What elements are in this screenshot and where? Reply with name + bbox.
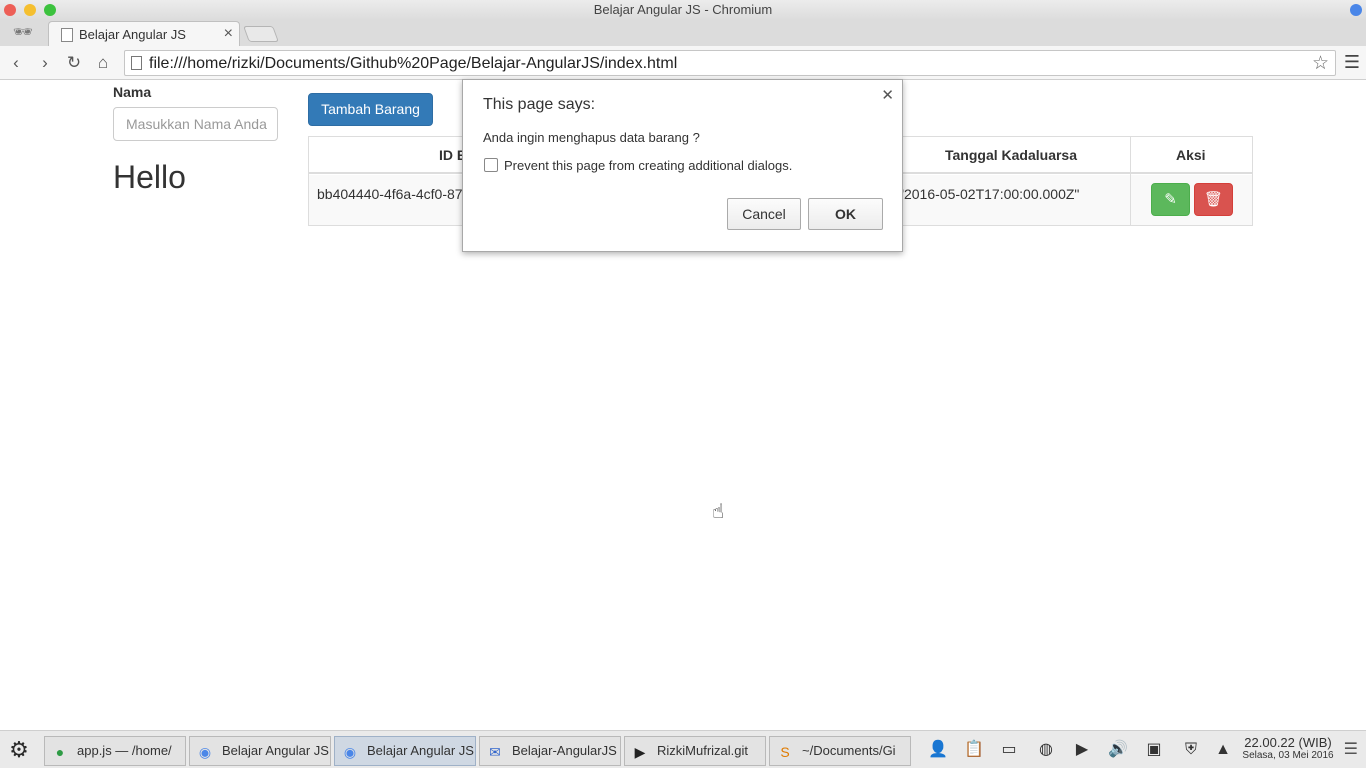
clipboard-icon[interactable]: 📋	[963, 739, 985, 761]
browser-tab[interactable]: Belajar Angular JS ×	[48, 21, 240, 47]
battery-icon[interactable]: ▭	[998, 739, 1020, 761]
page-icon	[131, 56, 142, 70]
nama-label: Nama	[113, 84, 152, 100]
address-bar[interactable]: file:///home/rizki/Documents/Github%20Pa…	[124, 50, 1336, 76]
chromium-icon: ◉	[343, 744, 357, 760]
window-title: Belajar Angular JS - Chromium	[593, 2, 773, 17]
volume-icon[interactable]: 🔊	[1107, 739, 1129, 761]
home-icon[interactable]: ⌂	[93, 53, 113, 73]
confirm-dialog: This page says: ✕ Anda ingin menghapus d…	[462, 79, 903, 252]
network-icon[interactable]: ◍	[1035, 739, 1057, 761]
back-icon[interactable]: ‹	[6, 53, 26, 73]
display-icon[interactable]: ▣	[1143, 739, 1165, 761]
tab-close-icon[interactable]: ×	[224, 25, 233, 43]
cell-id: bb404440-4f6a-4cf0-87	[317, 186, 463, 202]
dialog-message: Anda ingin menghapus data barang ?	[483, 130, 700, 145]
kde-menu-icon[interactable]: ⚙	[4, 735, 34, 765]
cancel-button[interactable]: Cancel	[727, 198, 801, 230]
tray-expand-icon[interactable]: ▲	[1212, 739, 1234, 761]
clock[interactable]: 22.00.22 (WIB) Selasa, 03 Mei 2016	[1238, 735, 1338, 761]
header-tanggal: Tanggal Kadaluarsa	[945, 147, 1078, 163]
hand-cursor-icon: ☝	[712, 501, 725, 523]
media-player-icon[interactable]: ▶	[1071, 739, 1093, 761]
bookmark-star-icon[interactable]: ☆	[1312, 52, 1329, 75]
trash-icon: 🗑	[1203, 191, 1224, 208]
close-window-button[interactable]	[4, 4, 16, 16]
cell-tanggal: "2016-05-02T17:00:00.000Z"	[899, 186, 1080, 202]
clock-date: Selasa, 03 Mei 2016	[1242, 750, 1334, 761]
ok-button[interactable]: OK	[808, 198, 883, 230]
edit-button[interactable]: ✎	[1151, 183, 1190, 216]
task-button-active[interactable]: ◉ Belajar Angular JS	[334, 736, 476, 766]
mail-icon: ✉	[489, 744, 501, 760]
panel-menu-icon[interactable]: ☰	[1344, 739, 1358, 759]
task-button[interactable]: ▶ RizkiMufrizal.git	[624, 736, 766, 766]
incognito-icon: 🕶	[12, 24, 34, 41]
window-titlebar: Belajar Angular JS - Chromium	[0, 0, 1366, 20]
new-tab-button[interactable]	[243, 26, 279, 42]
tab-title: Belajar Angular JS	[79, 27, 186, 42]
pencil-icon: ✎	[1164, 191, 1177, 208]
column-divider	[1130, 137, 1131, 225]
clock-time: 22.00.22 (WIB)	[1244, 735, 1332, 750]
hamburger-menu-icon[interactable]: ☰	[1344, 52, 1360, 73]
atom-icon: ●	[55, 744, 65, 760]
tab-strip: 🕶 Belajar Angular JS ×	[0, 20, 1366, 47]
task-button[interactable]: ● app.js — /home/	[44, 736, 186, 766]
header-aksi: Aksi	[1176, 147, 1206, 163]
chromium-icon: ◉	[198, 744, 212, 760]
prevent-dialogs-checkbox[interactable]	[484, 158, 498, 172]
terminal-icon: ▶	[634, 744, 646, 760]
taskbar: ⚙ ● app.js — /home/ ◉ Belajar Angular JS…	[0, 730, 1366, 768]
chromium-icon	[1350, 4, 1362, 16]
sublime-icon: S	[780, 744, 790, 760]
minimize-window-button[interactable]	[24, 4, 36, 16]
forward-icon[interactable]: ›	[35, 53, 55, 73]
prevent-dialogs-label[interactable]: Prevent this page from creating addition…	[504, 158, 792, 173]
tambah-barang-button[interactable]: Tambah Barang	[308, 93, 433, 126]
dialog-title: This page says:	[483, 96, 596, 113]
dialog-close-icon[interactable]: ✕	[881, 86, 894, 104]
security-shield-icon[interactable]: ⛨	[1180, 739, 1202, 761]
browser-toolbar: ‹ › ↻ ⌂ file:///home/rizki/Documents/Git…	[0, 46, 1366, 80]
hello-heading: Hello	[113, 159, 186, 195]
page-icon	[61, 28, 73, 42]
nama-input[interactable]: Masukkan Nama Anda	[113, 107, 278, 141]
task-button[interactable]: ◉ Belajar Angular JS	[189, 736, 331, 766]
delete-button[interactable]: 🗑	[1194, 183, 1233, 216]
url-text: file:///home/rizki/Documents/Github%20Pa…	[149, 55, 678, 72]
maximize-window-button[interactable]	[44, 4, 56, 16]
task-button[interactable]: S ~/Documents/Gi	[769, 736, 911, 766]
user-switcher-icon[interactable]: 👤	[927, 739, 949, 761]
task-button[interactable]: ✉ Belajar-AngularJS	[479, 736, 621, 766]
reload-icon[interactable]: ↻	[64, 53, 84, 73]
